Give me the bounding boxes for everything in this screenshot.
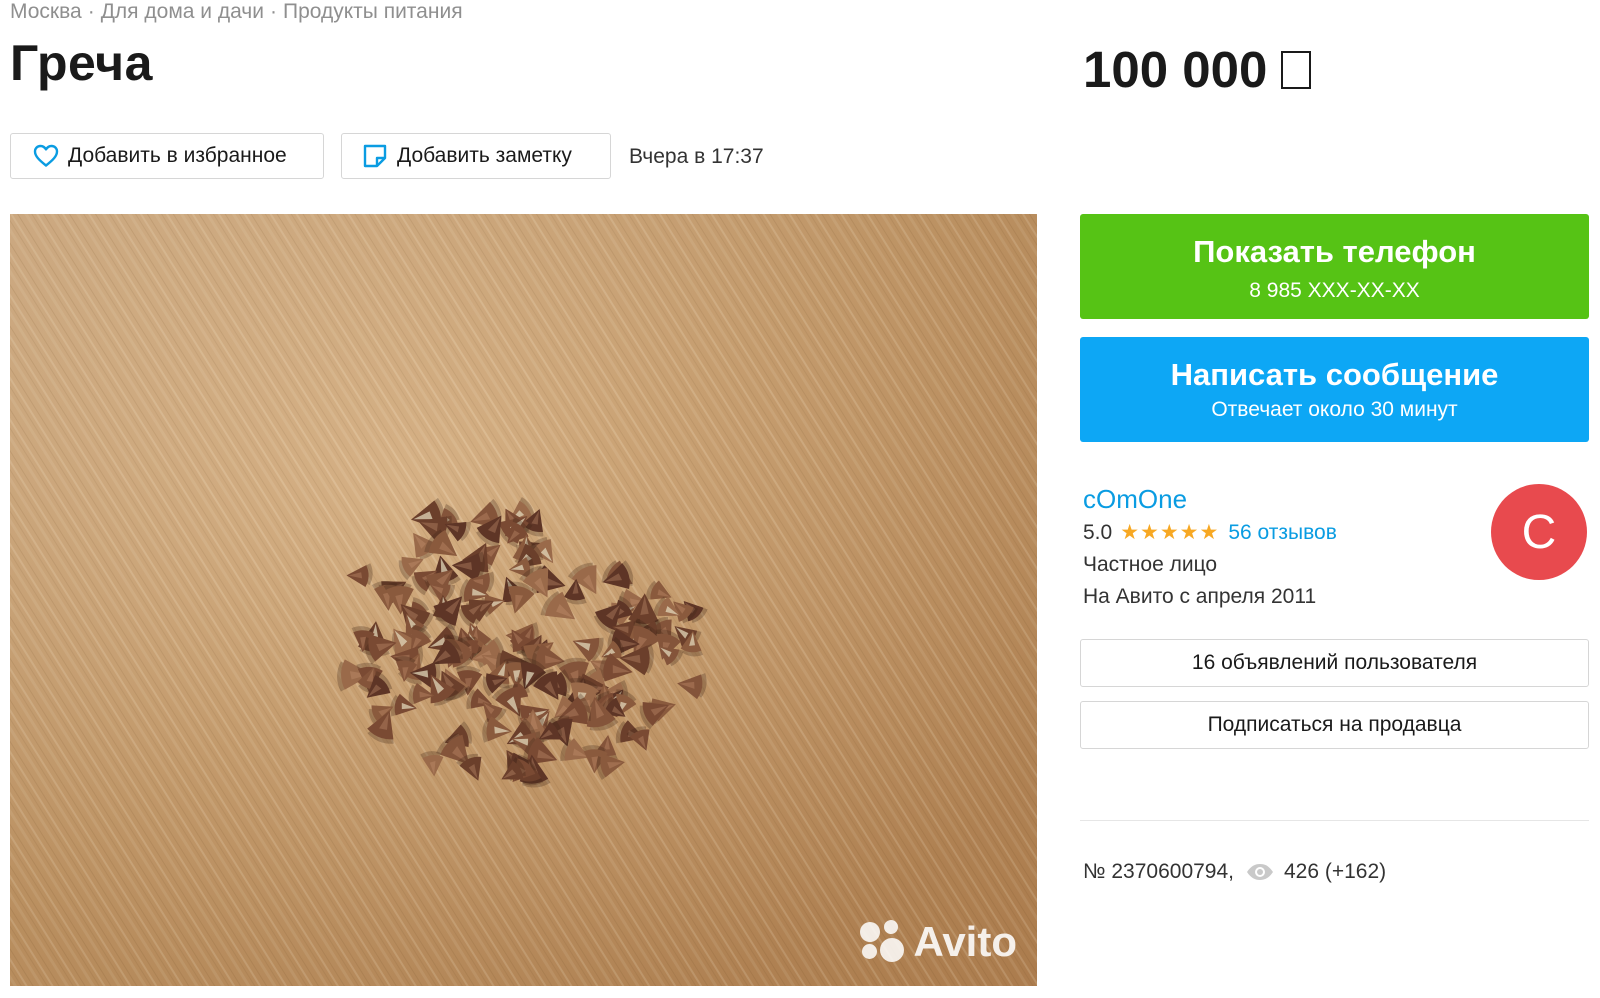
rating-score: 5.0 [1083,520,1113,544]
show-phone-button[interactable]: Показать телефон 8 985 XXX-XX-XX [1080,214,1589,319]
seller-listings-label: 16 объявлений пользователя [1191,651,1478,674]
listing-meta: № 2370600794, 426 (+162) [1083,860,1386,884]
note-icon [363,144,387,168]
reviews-link[interactable]: 56 отзывов [1228,521,1337,545]
rating-stars-icon: ★★★★★ [1120,521,1220,544]
listing-photo[interactable]: Avito [10,214,1037,986]
heart-icon [33,144,59,167]
write-message-label: Написать сообщение [1170,357,1499,392]
currency-icon [1281,51,1312,89]
show-phone-label: Показать телефон [1193,234,1476,269]
buckwheat-photo-image [10,214,1037,986]
price-value: 100 000 [1083,41,1268,98]
posted-date: Вчера в 17:37 [629,145,764,168]
seller-rating: 5.0 ★★★★★ 56 отзывов [1083,520,1337,545]
avatar[interactable]: C [1491,484,1587,580]
favorite-label: Добавить в избранное [68,144,287,167]
watermark-text: Avito [913,918,1017,965]
eye-icon [1247,864,1273,880]
response-time: Отвечает около 30 минут [1211,398,1458,421]
page-title: Греча [10,35,153,91]
breadcrumb-category[interactable]: Для дома и дачи [101,0,264,23]
breadcrumb-separator: · [269,0,277,23]
add-note-button[interactable]: Добавить заметку [341,133,611,179]
add-to-favorites-button[interactable]: Добавить в избранное [10,133,324,179]
seller-name-link[interactable]: cOmOne [1083,484,1187,515]
avatar-letter: C [1521,505,1557,559]
seller-listings-button[interactable]: 16 объявлений пользователя [1080,639,1589,687]
divider [1080,820,1589,821]
note-label: Добавить заметку [397,144,572,167]
subscribe-seller-label: Подписаться на продавца [1207,713,1462,736]
phone-number: 8 985 XXX-XX-XX [1249,279,1420,302]
subscribe-seller-button[interactable]: Подписаться на продавца [1080,701,1589,749]
avito-logo-icon [859,920,906,964]
breadcrumb-subcategory[interactable]: Продукты питания [283,0,463,23]
ad-number: № 2370600794, [1083,860,1234,883]
avito-watermark: Avito [859,918,1017,966]
seller-type: Частное лицо [1083,553,1218,576]
price: 100 000 [1083,40,1312,99]
breadcrumb-city[interactable]: Москва [10,0,82,23]
breadcrumb-separator: · [87,0,95,23]
seller-since: На Авито с апреля 2011 [1083,585,1317,608]
write-message-button[interactable]: Написать сообщение Отвечает около 30 мин… [1080,337,1589,442]
views-count: 426 (+162) [1284,860,1387,883]
breadcrumb: Москва · Для дома и дачи · Продукты питания [10,0,463,24]
